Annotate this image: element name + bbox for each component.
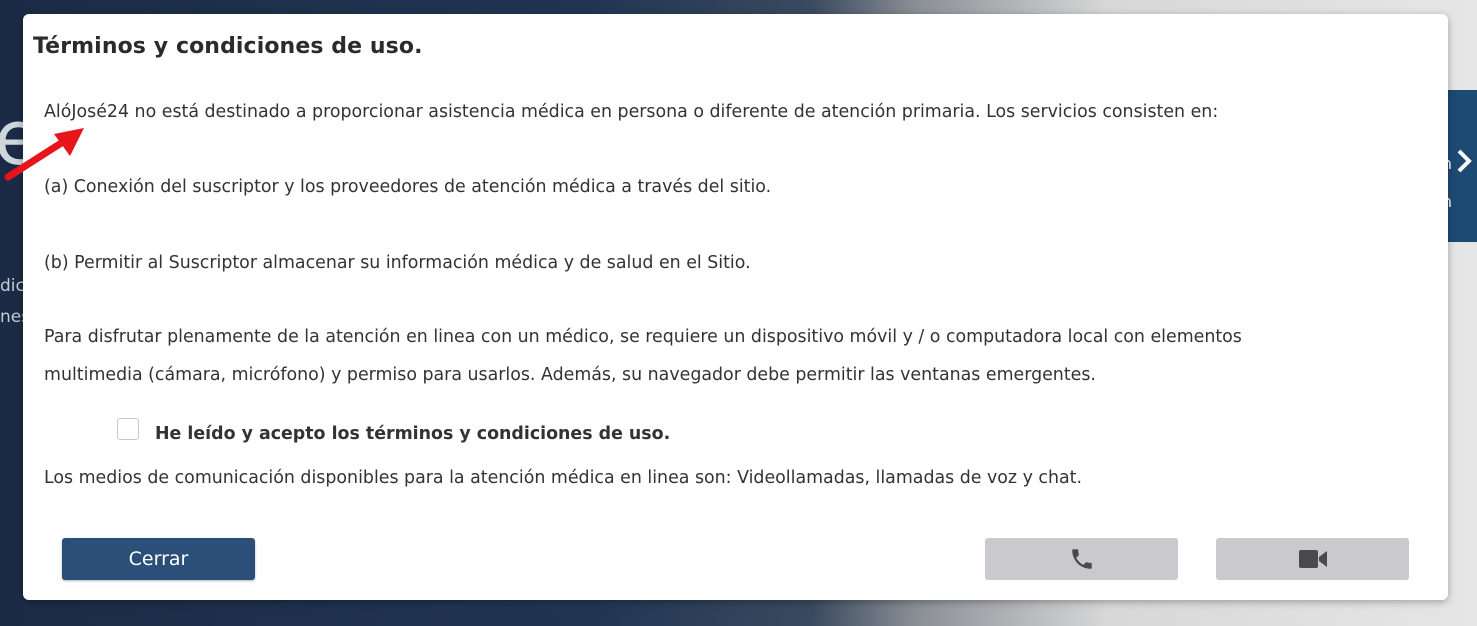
video-camera-icon	[1298, 550, 1327, 568]
video-call-button[interactable]	[1216, 538, 1409, 580]
terms-intro: AlóJosé24 no está destinado a proporcion…	[44, 102, 1219, 122]
accept-terms-row: He leído y acepto los términos y condici…	[117, 414, 670, 444]
terms-item-a: (a) Conexión del suscriptor y los provee…	[44, 177, 772, 197]
annotation-arrow-icon	[4, 128, 84, 181]
communication-channels-text: Los medios de comunicación disponibles p…	[44, 468, 1082, 488]
accept-terms-label[interactable]: He leído y acepto los términos y condici…	[155, 424, 670, 444]
terms-item-b: (b) Permitir al Suscriptor almacenar su …	[44, 253, 751, 273]
terms-requirements-line-2: multimedia (cámara, micrófono) y permiso…	[44, 365, 1096, 385]
background-text-fragment: dic	[0, 276, 25, 296]
terms-modal: Términos y condiciones de uso. AlóJosé24…	[23, 14, 1448, 600]
phone-icon	[1071, 549, 1092, 569]
accept-terms-checkbox[interactable]	[117, 418, 139, 440]
close-button[interactable]: Cerrar	[62, 538, 255, 580]
modal-title: Términos y condiciones de uso.	[33, 34, 423, 59]
terms-requirements-line-1: Para disfrutar plenamente de la atención…	[44, 327, 1242, 347]
close-button-label: Cerrar	[128, 548, 189, 570]
chevron-right-icon	[1457, 149, 1472, 173]
voice-call-button[interactable]	[985, 538, 1178, 580]
